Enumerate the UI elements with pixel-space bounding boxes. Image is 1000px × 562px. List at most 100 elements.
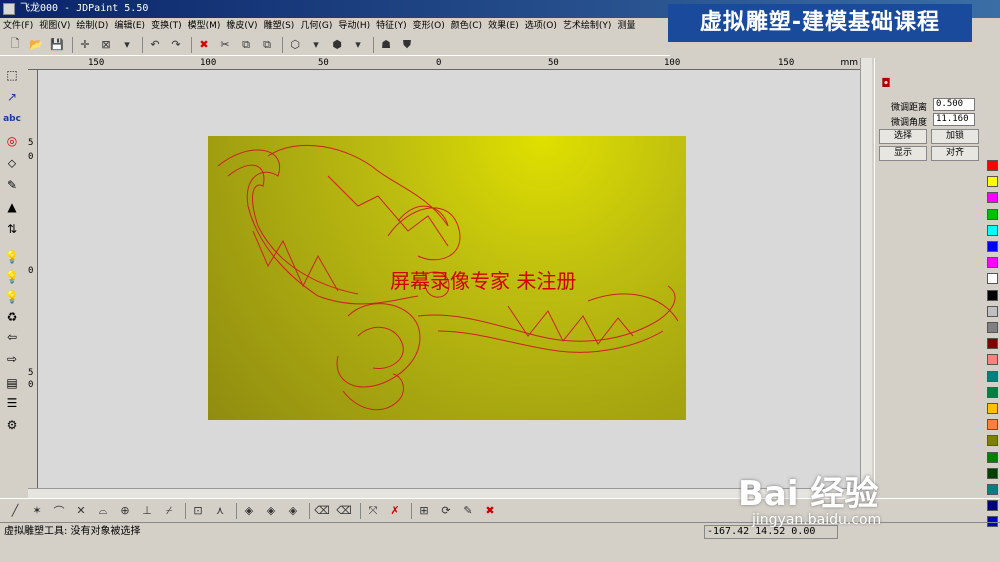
color-swatch[interactable] bbox=[987, 403, 998, 414]
rotate-icon[interactable]: ♻ bbox=[2, 308, 22, 326]
brush-tool-icon[interactable]: ✎ bbox=[2, 176, 22, 194]
arrow-right-icon[interactable]: ⇨ bbox=[2, 350, 22, 368]
menu-item-9[interactable]: 导动(H) bbox=[335, 18, 373, 34]
color-swatch[interactable] bbox=[987, 208, 998, 220]
cube-small-icon[interactable]: ▤ bbox=[2, 374, 22, 392]
delete-icon[interactable]: ✖ bbox=[195, 36, 213, 54]
grid-edit-icon[interactable]: ⊞ bbox=[415, 502, 433, 520]
color-swatch[interactable] bbox=[987, 338, 998, 350]
cube-dropdown-icon[interactable]: ▾ bbox=[307, 36, 325, 54]
menu-item-11[interactable]: 变形(O) bbox=[410, 18, 448, 34]
color-swatch[interactable] bbox=[987, 160, 998, 171]
rotate-edit-icon[interactable]: ⟳ bbox=[437, 502, 455, 520]
panel-tab-icon[interactable]: ◘ bbox=[879, 76, 893, 90]
menu-item-14[interactable]: 选项(O) bbox=[522, 18, 560, 34]
menu-item-0[interactable]: 文件(F) bbox=[0, 18, 36, 34]
open-folder-icon[interactable]: 📂 bbox=[27, 36, 45, 54]
color-swatch[interactable] bbox=[987, 419, 998, 431]
cursor-cross-icon[interactable]: ⤧ bbox=[364, 502, 382, 520]
menu-item-10[interactable]: 特征(Y) bbox=[373, 18, 410, 34]
node-edit-icon[interactable]: ↗ bbox=[2, 88, 22, 106]
list-icon[interactable]: ☰ bbox=[2, 394, 22, 412]
perpendicular-icon[interactable]: ⊥ bbox=[138, 502, 156, 520]
menu-item-8[interactable]: 几何(G) bbox=[297, 18, 335, 34]
fillet-icon[interactable]: ⌓ bbox=[94, 502, 112, 520]
redo-icon[interactable]: ↷ bbox=[167, 36, 185, 54]
menu-item-13[interactable]: 效果(E) bbox=[485, 18, 522, 34]
erase2-icon[interactable]: ⌫ bbox=[335, 502, 353, 520]
select-button[interactable]: 选择 bbox=[879, 129, 927, 144]
color-swatch[interactable] bbox=[987, 273, 998, 285]
paste-icon[interactable]: ⧉ bbox=[258, 36, 276, 54]
pen-edit-icon[interactable]: ✎ bbox=[459, 502, 477, 520]
color-swatch[interactable] bbox=[987, 467, 998, 479]
select-rect-icon[interactable]: ⬚ bbox=[2, 66, 22, 84]
shade-dropdown-icon[interactable]: ▾ bbox=[349, 36, 367, 54]
menu-item-3[interactable]: 编辑(E) bbox=[111, 18, 148, 34]
arrow-left-icon[interactable]: ⇦ bbox=[2, 328, 22, 346]
diamond-grid2-icon[interactable]: ◈ bbox=[262, 502, 280, 520]
lock-button[interactable]: 加锁 bbox=[931, 129, 979, 144]
trim-icon[interactable]: ✕ bbox=[72, 502, 90, 520]
align-button[interactable]: 对齐 bbox=[931, 146, 979, 161]
diamond-grid-icon[interactable]: ◈ bbox=[240, 502, 258, 520]
color-swatch[interactable] bbox=[987, 354, 998, 366]
menu-item-15[interactable]: 艺术绘制(Y) bbox=[560, 18, 615, 34]
dropdown-icon[interactable]: ▾ bbox=[118, 36, 136, 54]
undo-icon[interactable]: ↶ bbox=[146, 36, 164, 54]
cursor-cancel-icon[interactable]: ✗ bbox=[386, 502, 404, 520]
horizontal-scrollbar[interactable] bbox=[28, 488, 860, 498]
new-file-icon[interactable]: 🗋 bbox=[6, 36, 24, 54]
tangent-icon[interactable]: ⌿ bbox=[160, 502, 178, 520]
save-icon[interactable]: 💾 bbox=[48, 36, 66, 54]
copy-icon[interactable]: ⧉ bbox=[237, 36, 255, 54]
color-swatch[interactable] bbox=[987, 257, 998, 269]
close-red-icon[interactable]: ✖ bbox=[481, 502, 499, 520]
shade-icon[interactable]: ⬢ bbox=[328, 36, 346, 54]
distance-field[interactable]: 0.500 bbox=[933, 98, 975, 111]
bulb-blue-icon[interactable]: 💡 bbox=[2, 248, 22, 266]
polyline-icon[interactable]: ✶ bbox=[28, 502, 46, 520]
arc-icon[interactable]: ⌒ bbox=[50, 502, 68, 520]
eraser-icon[interactable]: ⌫ bbox=[313, 502, 331, 520]
color-swatch[interactable] bbox=[987, 192, 998, 204]
color-swatch[interactable] bbox=[987, 370, 998, 382]
circle-node-icon[interactable]: ⊕ bbox=[116, 502, 134, 520]
vertical-scrollbar[interactable] bbox=[860, 58, 872, 490]
text-abc-icon[interactable]: abc bbox=[2, 110, 22, 128]
mask-icon[interactable]: ☗ bbox=[377, 36, 395, 54]
color-swatch[interactable] bbox=[987, 176, 998, 188]
color-swatch[interactable] bbox=[987, 435, 998, 447]
menu-item-2[interactable]: 绘制(D) bbox=[73, 18, 111, 34]
menu-item-12[interactable]: 颜色(C) bbox=[448, 18, 485, 34]
box-select-icon[interactable]: ⊠ bbox=[97, 36, 115, 54]
crosshair-icon[interactable]: ✛ bbox=[76, 36, 94, 54]
shield-icon[interactable]: ⛊ bbox=[398, 36, 416, 54]
snap-angle-icon[interactable]: ⋏ bbox=[211, 502, 229, 520]
color-swatch[interactable] bbox=[987, 224, 998, 236]
menu-item-1[interactable]: 视图(V) bbox=[36, 18, 73, 34]
circle-tool-icon[interactable]: ◎ bbox=[2, 132, 22, 150]
diamond-grid3-icon[interactable]: ◈ bbox=[284, 502, 302, 520]
menu-item-5[interactable]: 模型(M) bbox=[185, 18, 224, 34]
cut-icon[interactable]: ✂ bbox=[216, 36, 234, 54]
pointer-icon[interactable]: ▲ bbox=[2, 198, 22, 216]
menu-item-16[interactable]: 测量 bbox=[614, 18, 638, 34]
snap-point-icon[interactable]: ⊡ bbox=[189, 502, 207, 520]
angle-field[interactable]: 11.160 bbox=[933, 113, 975, 126]
show-button[interactable]: 显示 bbox=[879, 146, 927, 161]
color-swatch[interactable] bbox=[987, 484, 998, 495]
color-swatch[interactable] bbox=[987, 241, 998, 252]
fill-tool-icon[interactable]: ⬦ bbox=[2, 154, 22, 172]
emboss-icon[interactable]: ⚙ bbox=[2, 416, 22, 434]
color-swatch[interactable] bbox=[987, 451, 998, 463]
color-swatch[interactable] bbox=[987, 305, 998, 317]
cube-view-icon[interactable]: ⬡ bbox=[286, 36, 304, 54]
color-swatch[interactable] bbox=[987, 289, 998, 301]
bulb-green-icon[interactable]: 💡 bbox=[2, 268, 22, 286]
bulb-gray-icon[interactable]: 💡 bbox=[2, 288, 22, 306]
color-swatch[interactable] bbox=[987, 322, 998, 333]
color-swatch[interactable] bbox=[987, 386, 998, 398]
menu-item-4[interactable]: 变换(T) bbox=[148, 18, 185, 34]
mirror-icon[interactable]: ⇅ bbox=[2, 220, 22, 238]
